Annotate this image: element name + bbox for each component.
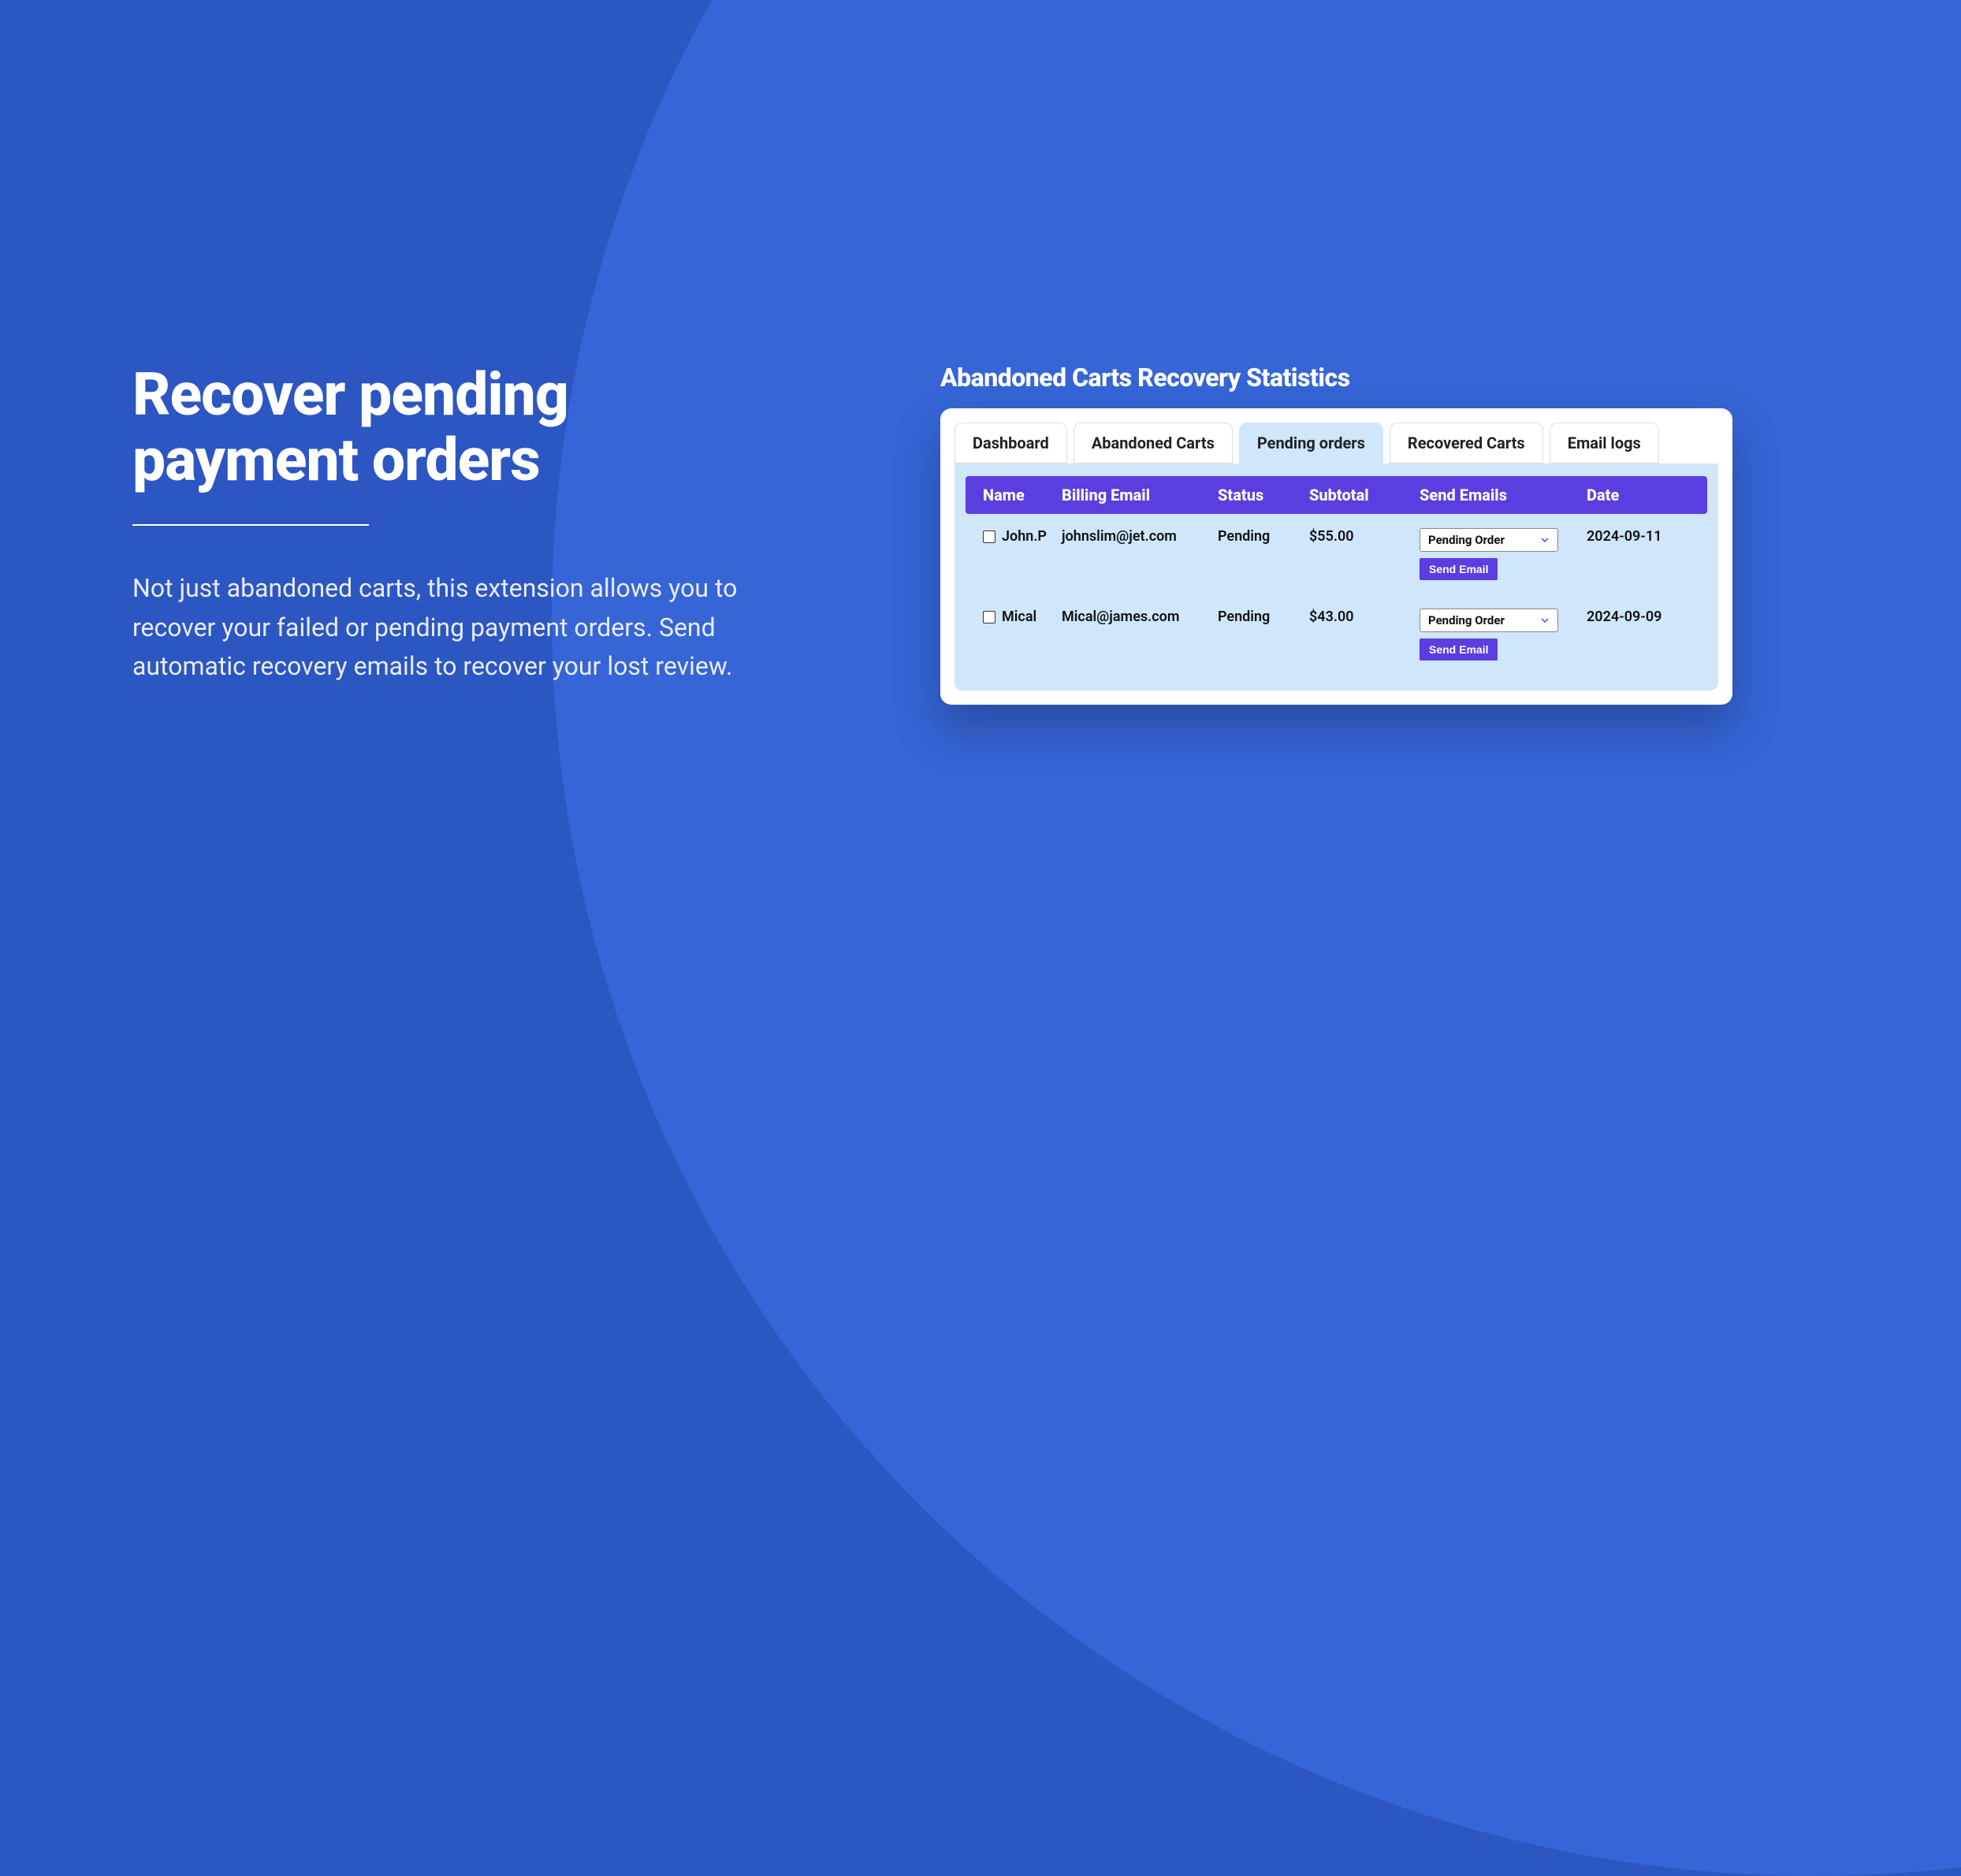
col-header-name: Name (966, 486, 1062, 504)
page-heading: Recover pending payment orders (132, 363, 763, 493)
col-header-send: Send Emails (1420, 486, 1587, 504)
chevron-down-icon (1540, 616, 1550, 625)
col-header-subtotal: Subtotal (1309, 486, 1420, 504)
chevron-down-icon (1540, 535, 1550, 545)
tab-pending-orders[interactable]: Pending orders (1239, 422, 1383, 463)
heading-line-1: Recover pending (132, 360, 568, 430)
cell-name: John.P (966, 528, 1062, 545)
table-header: Name Billing Email Status Subtotal Send … (966, 476, 1707, 514)
col-header-date: Date (1587, 486, 1705, 504)
col-header-status: Status (1218, 486, 1309, 504)
tab-recovered-carts[interactable]: Recovered Carts (1390, 422, 1543, 463)
table-row: Mical Mical@james.com Pending $43.00 Pen… (966, 594, 1707, 675)
left-panel: Recover pending payment orders Not just … (132, 363, 763, 687)
tab-email-logs[interactable]: Email logs (1550, 422, 1659, 463)
cell-name: Mical (966, 609, 1062, 625)
row-name: Mical (1002, 609, 1036, 625)
dropdown-value: Pending Order (1428, 613, 1505, 627)
row-subtotal: $43.00 (1309, 609, 1420, 625)
row-status: Pending (1218, 609, 1309, 625)
row-status: Pending (1218, 528, 1309, 545)
row-date: 2024-09-09 (1587, 609, 1705, 625)
row-email: Mical@james.com (1062, 609, 1218, 625)
dropdown-value: Pending Order (1428, 533, 1505, 547)
page-description: Not just abandoned carts, this extension… (132, 569, 763, 687)
heading-underline (132, 524, 369, 526)
table: Name Billing Email Status Subtotal Send … (954, 463, 1718, 690)
panel: Dashboard Abandoned Carts Pending orders… (940, 408, 1732, 705)
template-dropdown[interactable]: Pending Order (1420, 528, 1558, 552)
send-email-button[interactable]: Send Email (1420, 558, 1498, 580)
row-send: Pending Order Send Email (1420, 528, 1587, 580)
col-header-email: Billing Email (1062, 486, 1218, 504)
tab-abandoned-carts[interactable]: Abandoned Carts (1074, 422, 1233, 463)
send-email-button[interactable]: Send Email (1420, 638, 1498, 661)
row-send: Pending Order Send Email (1420, 609, 1587, 661)
tab-dashboard[interactable]: Dashboard (954, 422, 1067, 463)
stats-card: Abandoned Carts Recovery Statistics Dash… (940, 363, 1732, 705)
row-subtotal: $55.00 (1309, 528, 1420, 545)
heading-line-2: payment orders (132, 426, 540, 495)
row-name: John.P (1002, 528, 1047, 545)
row-date: 2024-09-11 (1587, 528, 1705, 545)
row-checkbox[interactable] (983, 611, 995, 623)
template-dropdown[interactable]: Pending Order (1420, 609, 1558, 632)
background-circle (552, 0, 1961, 1876)
card-title: Abandoned Carts Recovery Statistics (940, 363, 1732, 393)
tabs: Dashboard Abandoned Carts Pending orders… (954, 422, 1718, 463)
table-row: John.P johnslim@jet.com Pending $55.00 P… (966, 514, 1707, 594)
row-email: johnslim@jet.com (1062, 528, 1218, 545)
row-checkbox[interactable] (983, 530, 995, 543)
